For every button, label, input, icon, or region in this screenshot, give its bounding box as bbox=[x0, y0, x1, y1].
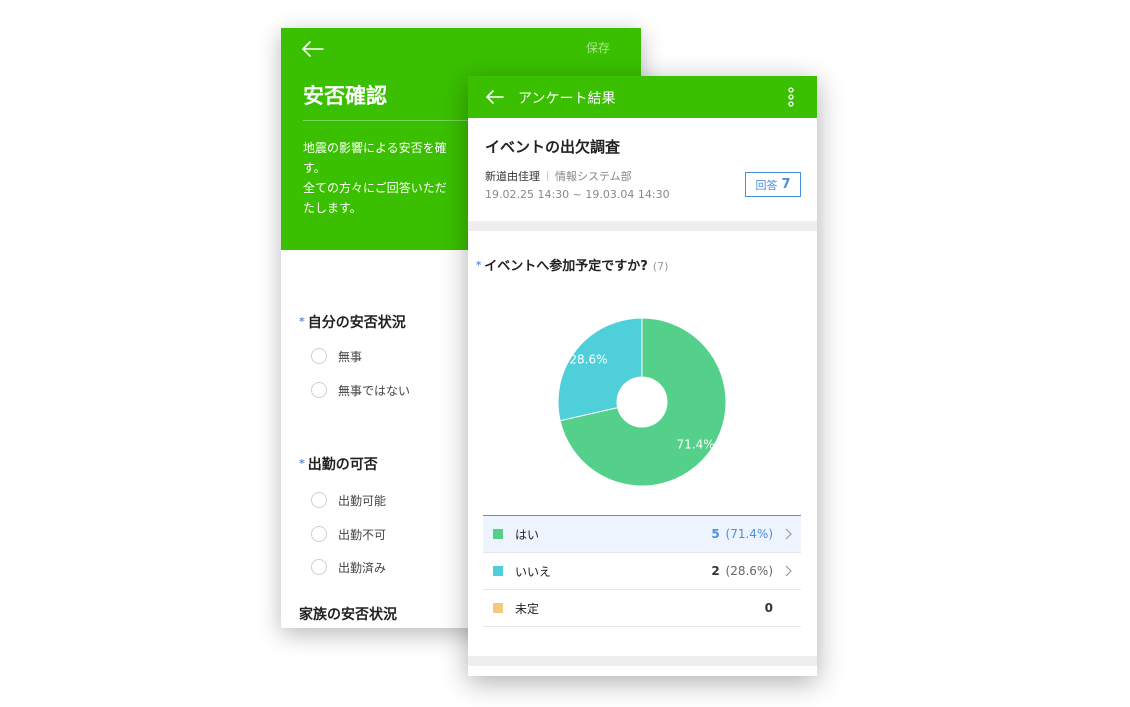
description-line: たします。 bbox=[303, 201, 362, 215]
section-separator bbox=[468, 656, 817, 666]
legend-swatch bbox=[493, 566, 503, 576]
header-title: アンケート結果 bbox=[518, 91, 616, 107]
radio-option-cannot-attend[interactable]: 出勤不可 bbox=[311, 524, 386, 544]
legend-row-yes[interactable]: はい 5 (71.4%) bbox=[483, 516, 801, 553]
radio-option-already-attended[interactable]: 出勤済み bbox=[311, 557, 386, 577]
answer-count-value: 7 bbox=[781, 177, 791, 192]
description-line: 地震の影響による安否を確 bbox=[303, 141, 447, 155]
question-label: 出勤の可否 bbox=[307, 457, 378, 473]
option-label: 無事ではない bbox=[338, 383, 411, 398]
question-family-status: 家族の安否状況 bbox=[299, 604, 397, 624]
author-name: 新道由佳理 bbox=[485, 170, 540, 183]
legend-value: 5 (71.4%) bbox=[711, 527, 773, 541]
donut-slice-no bbox=[557, 317, 643, 422]
survey-meta: 新道由佳理 情報システム部 bbox=[485, 168, 632, 184]
survey-period: 19.02.25 14:30 ~ 19.03.04 14:30 bbox=[485, 188, 670, 201]
results-header: アンケート結果 bbox=[468, 76, 817, 118]
answer-count-label: 回答 bbox=[755, 178, 778, 192]
legend-label: いいえ bbox=[515, 564, 552, 579]
question-attendance: * 出勤の可否 bbox=[299, 454, 378, 474]
answer-count-badge[interactable]: 回答 7 bbox=[745, 172, 801, 197]
legend-swatch bbox=[493, 603, 503, 613]
option-label: 無事 bbox=[338, 349, 363, 364]
radio-option-safe[interactable]: 無事 bbox=[311, 346, 362, 366]
legend-row-undecided: 未定 0 bbox=[483, 590, 801, 627]
option-label: 出勤済み bbox=[338, 560, 387, 575]
divider bbox=[547, 171, 548, 181]
legend-swatch bbox=[493, 529, 503, 539]
chevron-right-icon bbox=[785, 528, 792, 540]
radio-option-not-safe[interactable]: 無事ではない bbox=[311, 380, 410, 400]
radio-button[interactable] bbox=[311, 492, 327, 508]
radio-button[interactable] bbox=[311, 382, 327, 398]
radio-option-can-attend[interactable]: 出勤可能 bbox=[311, 490, 386, 510]
back-arrow-icon[interactable] bbox=[484, 87, 506, 107]
legend-value: 0 bbox=[765, 601, 773, 615]
required-mark: * bbox=[299, 315, 305, 328]
legend-count: 0 bbox=[764, 601, 773, 615]
donut-label-slice-yes: 71.4% bbox=[676, 438, 714, 452]
back-arrow-icon[interactable] bbox=[299, 38, 327, 60]
section-separator bbox=[468, 221, 817, 231]
department: 情報システム部 bbox=[555, 170, 632, 183]
description-line: す。 bbox=[303, 161, 326, 175]
legend-percent: (28.6%) bbox=[725, 564, 773, 578]
description-line: 全ての方々にご回答いただ bbox=[303, 181, 447, 195]
page-title: 安否確認 bbox=[303, 84, 387, 108]
chevron-right-icon bbox=[785, 565, 792, 577]
required-mark: * bbox=[476, 260, 482, 271]
question-self-status: * 自分の安否状況 bbox=[299, 312, 406, 332]
question-text: イベントへ参加予定ですか? bbox=[484, 259, 648, 274]
question-label: 自分の安否状況 bbox=[307, 315, 406, 331]
legend-percent: (71.4%) bbox=[725, 527, 773, 541]
survey-title: イベントの出欠調査 bbox=[485, 138, 621, 156]
save-button[interactable]: 保存 bbox=[586, 39, 610, 56]
legend-label: はい bbox=[515, 527, 540, 542]
more-vertical-icon[interactable] bbox=[780, 86, 802, 108]
radio-button[interactable] bbox=[311, 348, 327, 364]
legend-value: 2 (28.6%) bbox=[711, 564, 773, 578]
option-label: 出勤不可 bbox=[338, 527, 387, 542]
option-label: 出勤可能 bbox=[338, 493, 387, 508]
required-mark: * bbox=[299, 457, 305, 470]
radio-button[interactable] bbox=[311, 526, 327, 542]
form-description: 地震の影響による安否を確 す。 全ての方々にご回答いただ たします。 bbox=[303, 138, 483, 218]
donut-label-slice-no: 28.6% bbox=[569, 352, 607, 366]
question-response-count: (7) bbox=[652, 260, 669, 273]
legend-label: 未定 bbox=[515, 601, 540, 616]
survey-results-card: アンケート結果 イベントの出欠調査 新道由佳理 情報システム部 19.02.25 … bbox=[468, 76, 817, 676]
question-label: 家族の安否状況 bbox=[299, 607, 397, 623]
donut-chart: 71.4% 28.6% bbox=[557, 317, 727, 487]
legend-count: 2 bbox=[711, 564, 720, 578]
legend-count: 5 bbox=[711, 527, 720, 541]
radio-button[interactable] bbox=[311, 559, 327, 575]
question-title: * イベントへ参加予定ですか? (7) bbox=[476, 255, 668, 274]
legend-row-no[interactable]: いいえ 2 (28.6%) bbox=[483, 553, 801, 590]
